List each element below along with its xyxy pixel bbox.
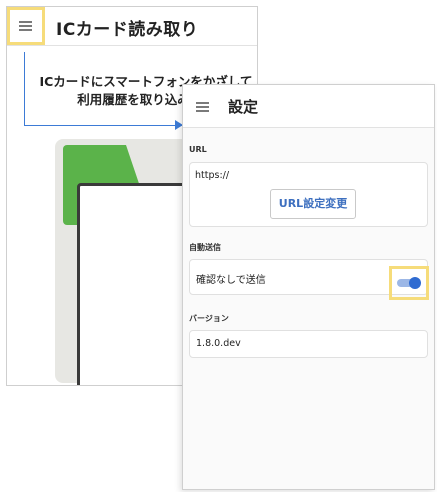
url-value: https:// (195, 170, 230, 181)
hamburger-menu-icon[interactable] (196, 102, 209, 112)
settings-header: 設定 (183, 85, 434, 128)
version-section-label: バージョン (189, 314, 229, 323)
settings-title: 設定 (228, 98, 259, 116)
url-card: https:// URL設定変更 (189, 162, 428, 227)
page-title: ICカード読み取り (56, 20, 199, 40)
version-card: 1.8.0.dev (189, 330, 428, 358)
change-url-button[interactable]: URL設定変更 (270, 189, 356, 219)
auto-send-option-label: 確認なしで送信 (196, 275, 266, 286)
version-value: 1.8.0.dev (196, 338, 241, 349)
auto-send-section-label: 自動送信 (189, 243, 221, 252)
hamburger-menu-icon[interactable] (19, 21, 32, 31)
ic-card-reader-header: ICカード読み取り (7, 7, 257, 46)
toggle-knob (409, 277, 421, 289)
url-section-label: URL (189, 145, 207, 154)
auto-send-toggle[interactable] (397, 277, 421, 289)
settings-screen: 設定 URL https:// URL設定変更 自動送信 確認なしで送信 バージ… (182, 84, 435, 490)
